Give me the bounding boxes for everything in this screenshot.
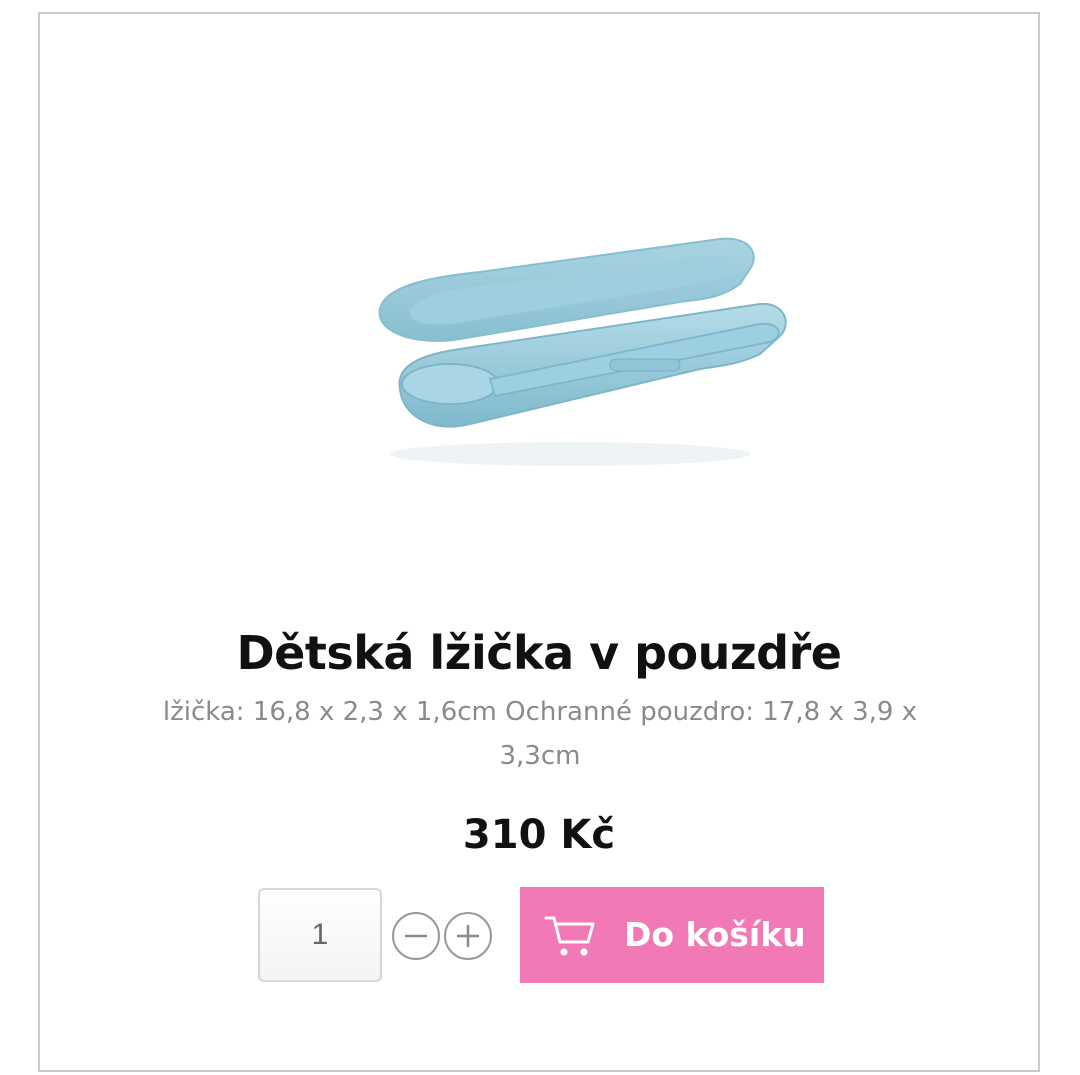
product-title[interactable]: Dětská lžička v pouzdře [40, 626, 1038, 680]
add-to-cart-button[interactable]: Do košíku [520, 887, 824, 983]
quantity-input[interactable]: 1 [258, 888, 382, 982]
increase-quantity-button[interactable] [444, 912, 492, 960]
product-image[interactable] [340, 214, 820, 494]
add-to-cart-label: Do košíku [624, 915, 806, 954]
decrease-quantity-button[interactable] [392, 912, 440, 960]
product-description: lžička: 16,8 x 2,3 x 1,6cm Ochranné pouz… [162, 697, 918, 771]
product-price: 310 Kč [462, 812, 616, 858]
plus-circle-icon [457, 925, 479, 947]
spoon-case-illustration [378, 237, 787, 466]
product-card: Dětská lžička v pouzdře lžička: 16,8 x 2… [38, 12, 1040, 1072]
minus-circle-icon [405, 934, 427, 938]
shopping-cart-icon [544, 916, 595, 956]
